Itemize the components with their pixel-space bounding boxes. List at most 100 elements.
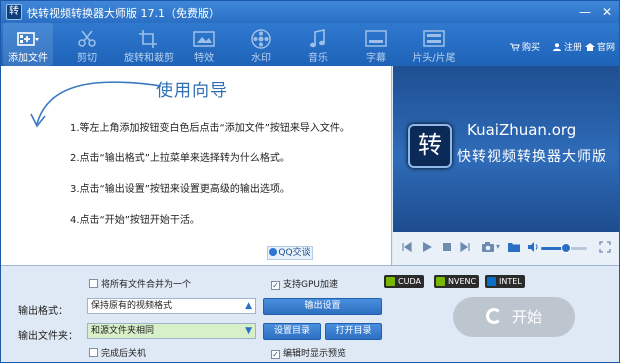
volume-knob[interactable]	[561, 243, 572, 253]
rotate-crop-icon	[139, 30, 157, 48]
close-button[interactable]: ✕	[597, 3, 617, 21]
add-file-icon	[17, 32, 39, 46]
output-folder-label: 输出文件夹：	[18, 331, 78, 342]
video-preview: 转 KuaiZhuan.org 快转视频转换器大师版	[393, 66, 619, 232]
shutdown-checkbox[interactable]: 完成后关机	[89, 346, 146, 359]
subtitle-label: 字幕	[366, 53, 386, 64]
watermark-button[interactable]: 水印	[241, 23, 281, 66]
effects-icon	[193, 31, 215, 47]
gpu-acceleration-checkbox[interactable]: ✓ 支持GPU加速	[271, 277, 338, 290]
brand-logo: 转	[408, 124, 452, 168]
guide-step-3: 3.点击“输出设置”按钮来设置更高级的输出选项。	[70, 184, 290, 195]
home-label: 官网	[597, 43, 616, 53]
user-icon	[553, 43, 561, 51]
output-folder-value: 和源文件夹相同	[91, 326, 155, 336]
intel-label: INTEL	[499, 277, 522, 286]
nvidia-icon	[386, 277, 395, 286]
brand-name: 快转视频转换器大师版	[457, 149, 607, 165]
nvenc-label: NVENC	[448, 277, 477, 286]
start-button[interactable]: 开始	[453, 297, 575, 337]
dropdown-arrow-icon[interactable]: ▲	[245, 299, 252, 313]
intel-badge: INTEL	[485, 275, 525, 288]
output-folder-select[interactable]: 和源文件夹相同 ▼	[87, 323, 256, 339]
app-window: 转 快转视频转换器大师版 17.1（免费版） — ✕ 添加文件 剪切 旋转和裁剪…	[0, 0, 620, 363]
effects-button[interactable]: 特效	[184, 23, 224, 66]
cut-button[interactable]: 剪切	[67, 23, 107, 66]
open-directory-button[interactable]: 打开目录	[325, 323, 382, 340]
qq-icon	[269, 248, 278, 256]
watermark-icon	[251, 29, 271, 49]
toolbar: 添加文件 剪切 旋转和裁剪 特效 水印 音乐 字幕 片头/片尾 购买 注册 官网	[1, 23, 619, 66]
output-format-select[interactable]: 保持原有的视频格式 ▲	[87, 298, 256, 314]
folder-icon[interactable]	[507, 241, 521, 253]
intel-icon	[487, 277, 496, 286]
output-format-value: 保持原有的视频格式	[91, 301, 173, 311]
subtitle-icon	[365, 30, 387, 47]
dropdown-arrow-icon[interactable]: ▼	[245, 324, 252, 338]
guide-step-2: 2.点击“输出格式”上拉菜单来选择转为什么格式。	[70, 153, 290, 164]
merge-files-checkbox[interactable]: 将所有文件合并为一个	[89, 277, 191, 290]
preview-label: 编辑时显示预览	[283, 349, 347, 359]
next-icon[interactable]	[459, 241, 471, 253]
intro-outro-label: 片头/片尾	[412, 53, 456, 64]
music-label: 音乐	[308, 53, 328, 64]
play-icon[interactable]	[421, 241, 433, 253]
guide-title: 使用向导	[156, 81, 228, 101]
intro-outro-icon	[423, 30, 445, 47]
fullscreen-icon[interactable]	[599, 241, 611, 253]
output-settings-panel: 将所有文件合并为一个 ✓ 支持GPU加速 CUDA NVENC INTEL 输出格…	[1, 265, 619, 362]
window-title: 快转视频转换器大师版 17.1（免费版）	[27, 7, 220, 20]
app-logo-icon: 转	[6, 4, 22, 20]
nvenc-badge: NVENC	[434, 275, 480, 288]
brand-site: KuaiZhuan.org	[467, 121, 577, 139]
stop-icon[interactable]	[441, 241, 453, 253]
shutdown-checkbox-box[interactable]	[89, 348, 98, 357]
gpu-label: 支持GPU加速	[283, 280, 338, 290]
cuda-label: CUDA	[398, 277, 421, 286]
watermark-label: 水印	[251, 53, 271, 64]
qq-chat-button[interactable]: QQ交谈	[267, 246, 313, 260]
home-link[interactable]: 官网	[585, 40, 615, 53]
merge-checkbox-box[interactable]	[89, 279, 98, 288]
effects-label: 特效	[194, 53, 214, 64]
refresh-icon	[485, 308, 502, 324]
camera-icon[interactable]	[481, 241, 495, 253]
qq-chat-label: QQ交谈	[278, 248, 311, 258]
preview-checkbox-box[interactable]: ✓	[271, 350, 280, 359]
minimize-button[interactable]: —	[575, 3, 595, 21]
previous-icon[interactable]	[401, 241, 413, 253]
buy-link[interactable]: 购买	[510, 40, 540, 53]
scissors-icon	[78, 30, 96, 47]
buy-label: 购买	[522, 43, 541, 53]
volume-icon[interactable]	[527, 241, 539, 253]
shutdown-label: 完成后关机	[101, 349, 147, 359]
show-preview-checkbox[interactable]: ✓ 编辑时显示预览	[271, 346, 346, 359]
add-file-label: 添加文件	[8, 53, 48, 64]
music-button[interactable]: 音乐	[298, 23, 338, 66]
player-controls: ▾	[393, 232, 619, 265]
register-label: 注册	[564, 43, 583, 53]
output-format-label: 输出格式：	[18, 306, 68, 317]
volume-slider[interactable]	[541, 243, 587, 253]
camera-dropdown-icon[interactable]: ▾	[496, 242, 500, 251]
intro-outro-button[interactable]: 片头/片尾	[409, 23, 459, 66]
register-link[interactable]: 注册	[552, 40, 582, 53]
set-directory-button[interactable]: 设置目录	[263, 323, 321, 340]
rotate-crop-label: 旋转和裁剪	[124, 53, 174, 64]
nvidia-icon	[436, 277, 445, 286]
music-icon	[310, 29, 325, 48]
usage-guide-panel: 使用向导 1.等左上角添加按钮变白色后点击“添加文件”按钮来导入文件。 2.点击…	[1, 66, 392, 265]
home-icon	[585, 43, 595, 51]
guide-step-4: 4.点击“开始”按钮开始干活。	[70, 215, 200, 226]
subtitle-button[interactable]: 字幕	[356, 23, 396, 66]
start-label: 开始	[511, 308, 542, 326]
output-settings-button[interactable]: 输出设置	[263, 298, 382, 315]
gpu-checkbox-box[interactable]: ✓	[271, 281, 280, 290]
title-bar: 转 快转视频转换器大师版 17.1（免费版） — ✕	[1, 1, 619, 23]
rotate-crop-button[interactable]: 旋转和裁剪	[119, 23, 179, 66]
cuda-badge: CUDA	[384, 275, 424, 288]
cart-icon	[510, 43, 520, 51]
add-file-button[interactable]: 添加文件	[3, 23, 53, 66]
cut-label: 剪切	[77, 53, 97, 64]
merge-label: 将所有文件合并为一个	[101, 280, 192, 290]
